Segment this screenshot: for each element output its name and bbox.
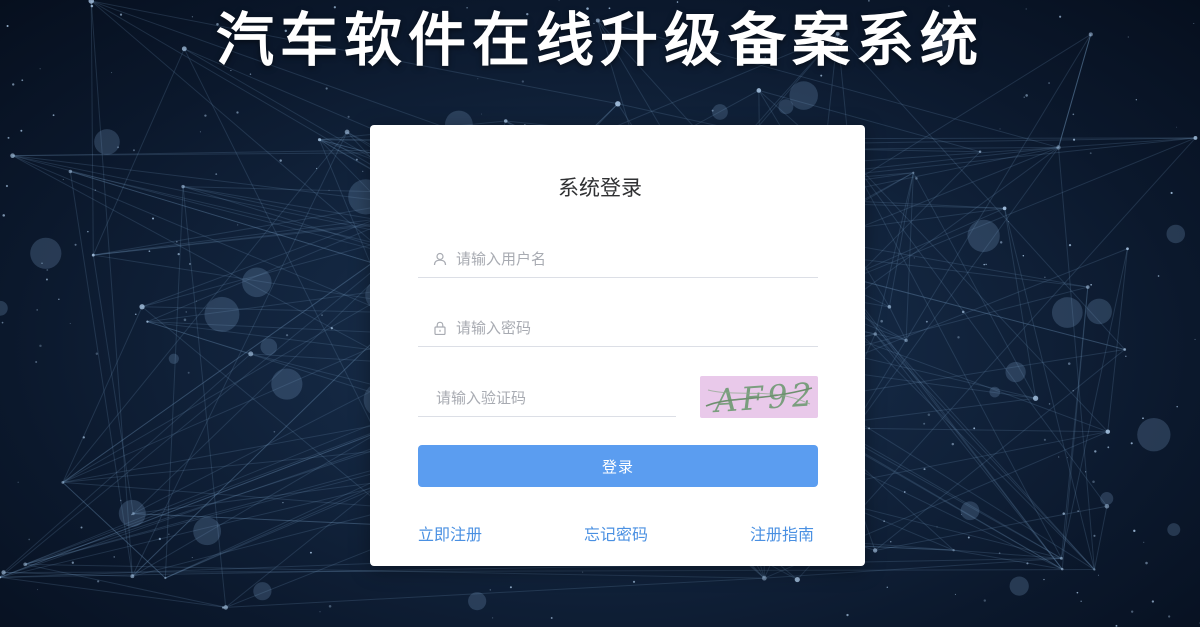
captcha-input[interactable] — [418, 382, 676, 413]
lock-icon — [432, 320, 448, 336]
username-field — [418, 240, 818, 278]
captcha-image[interactable]: AF92 — [700, 376, 818, 418]
captcha-field — [418, 379, 676, 417]
password-input[interactable] — [456, 312, 818, 343]
password-field — [418, 309, 818, 347]
registration-guide-link[interactable]: 注册指南 — [750, 521, 814, 545]
register-link[interactable]: 立即注册 — [418, 521, 482, 545]
page-title: 汽车软件在线升级备案系统 — [215, 6, 984, 74]
forgot-password-link[interactable]: 忘记密码 — [584, 521, 648, 545]
user-icon — [432, 251, 448, 267]
login-button[interactable]: 登录 — [418, 445, 818, 487]
username-input[interactable] — [456, 243, 818, 274]
login-card-title: 系统登录 — [558, 176, 642, 200]
